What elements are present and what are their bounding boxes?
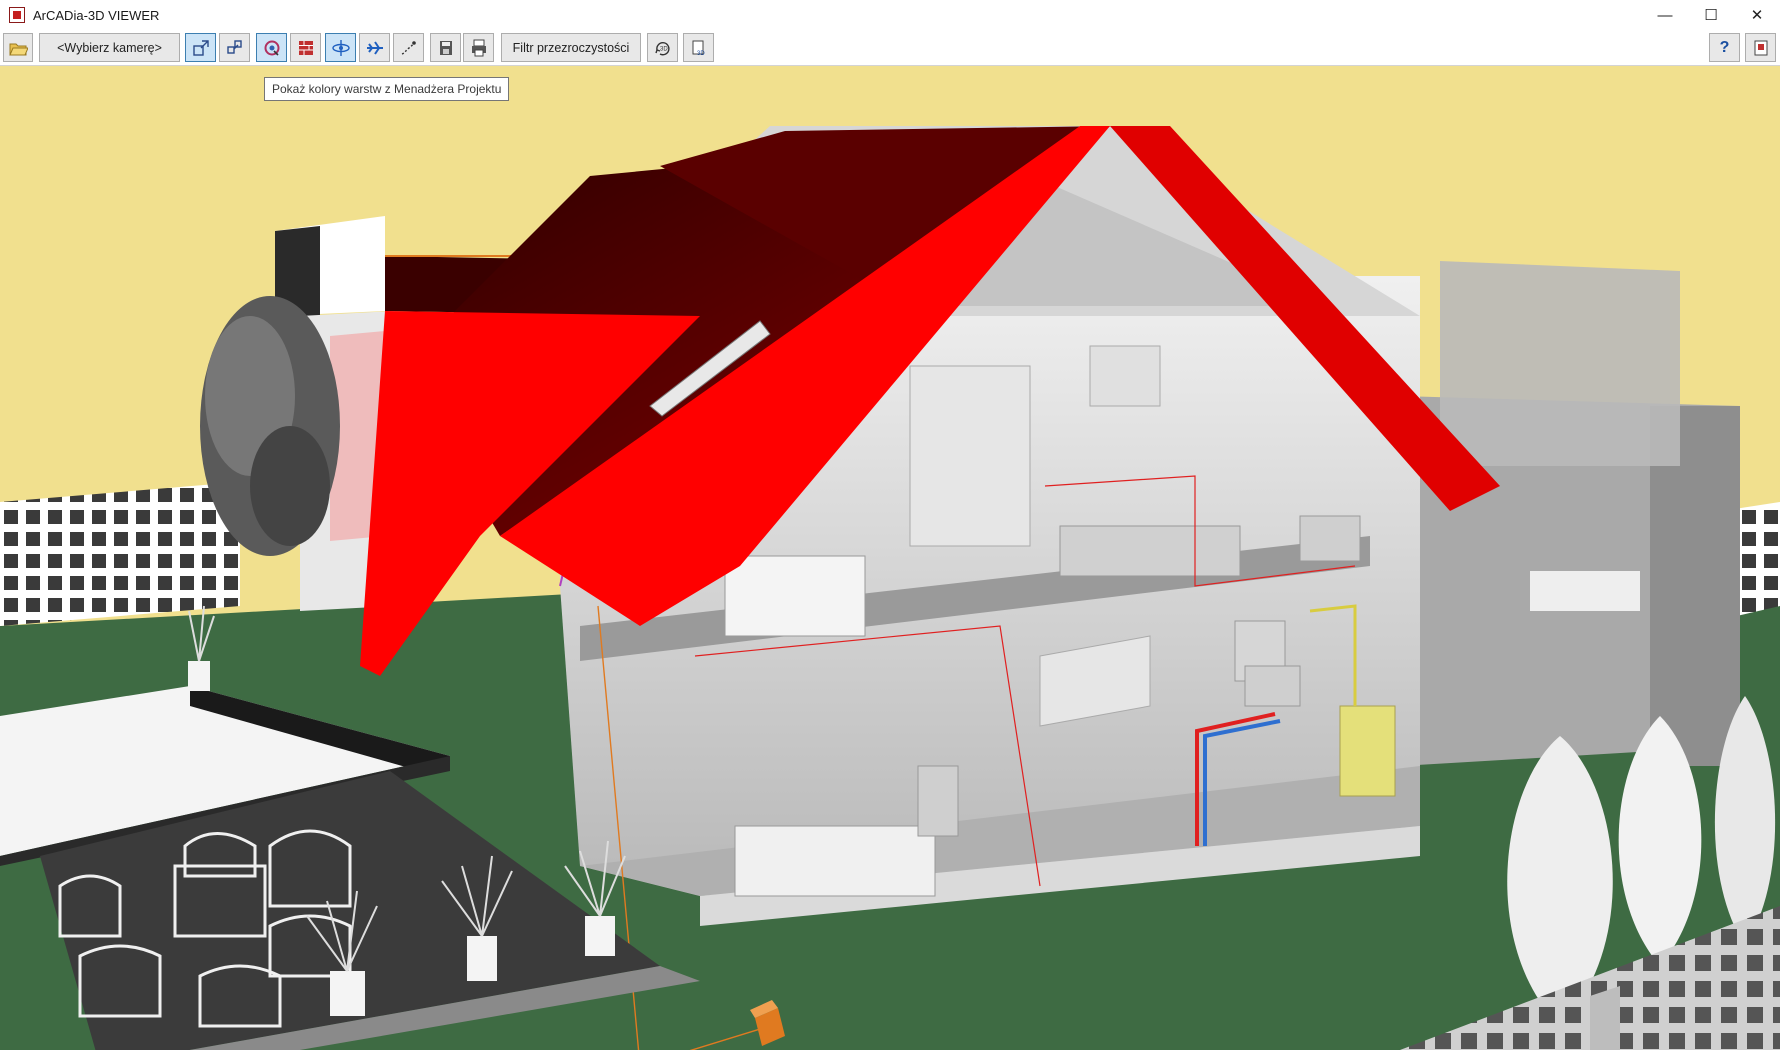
print-icon <box>471 39 486 56</box>
fly-mode-icon <box>366 40 383 55</box>
tooltip: Pokaż kolory warstw z Menadżera Projektu <box>264 77 510 101</box>
fly-mode-button[interactable] <box>359 33 390 62</box>
upper-terrace-glass <box>1440 261 1680 466</box>
annex-window <box>1530 571 1640 611</box>
svg-text:3D: 3D <box>660 46 668 52</box>
3d-export-icon: 3D <box>692 40 705 57</box>
app-logo-icon <box>9 7 25 23</box>
view-mode-1-icon <box>192 39 209 56</box>
orbit-button[interactable] <box>325 33 356 62</box>
nightstand <box>1299 515 1361 562</box>
svg-text:3D: 3D <box>697 51 705 57</box>
3d-rotate-button[interactable]: 3D <box>647 33 678 62</box>
layer-colors-button[interactable] <box>256 33 287 62</box>
walk-path-icon <box>401 40 416 55</box>
brick-wall-button[interactable] <box>290 33 321 62</box>
window-title: ArCADia-3D VIEWER <box>33 7 160 23</box>
title-bar: ArCADia-3D VIEWER — ☐ ✕ <box>0 0 1780 30</box>
help-button[interactable]: ? <box>1709 33 1740 62</box>
boiler-tank <box>1244 665 1301 707</box>
bed-upper <box>724 555 866 637</box>
app-window: ArCADia-3D VIEWER — ☐ ✕ <Wybierz kamerę> <box>0 0 1780 1050</box>
open-file-icon <box>9 43 28 55</box>
3d-rotate-icon: 3D <box>654 41 670 55</box>
tree-left <box>200 296 340 556</box>
fence-post <box>1590 986 1620 1050</box>
window-controls: — ☐ ✕ <box>1642 0 1780 30</box>
fence-left <box>0 482 240 626</box>
close-button[interactable]: ✕ <box>1734 0 1780 30</box>
bed-upper-2 <box>1059 525 1241 577</box>
layer-colors-icon <box>264 40 279 56</box>
main-toolbar: <Wybierz kamerę> Filtr przezroczystości … <box>0 30 1780 66</box>
3d-scene <box>0 66 1780 1050</box>
brick-wall-icon <box>298 40 313 55</box>
view-mode-2-button[interactable] <box>219 33 250 62</box>
orbit-icon <box>331 39 350 56</box>
help-icon: ? <box>1719 38 1730 56</box>
view-mode-2-icon <box>226 39 242 54</box>
save-view-button[interactable] <box>430 33 461 62</box>
maximize-button[interactable]: ☐ <box>1688 0 1734 30</box>
exit-icon <box>1754 40 1767 55</box>
boiler-yellow <box>1339 705 1396 797</box>
upper-cabinet <box>1089 345 1161 407</box>
3d-export-button[interactable]: 3D <box>683 33 714 62</box>
stove <box>917 765 959 837</box>
camera-select-button[interactable]: <Wybierz kamerę> <box>39 33 180 62</box>
wardrobe <box>909 365 1031 547</box>
3d-viewport[interactable]: Pokaż kolory warstw z Menadżera Projektu <box>0 66 1780 1050</box>
walk-path-button[interactable] <box>393 33 424 62</box>
bed-lower <box>734 825 936 897</box>
transparency-filter-button[interactable]: Filtr przezroczystości <box>501 33 641 62</box>
view-mode-1-button[interactable] <box>185 33 216 62</box>
minimize-button[interactable]: — <box>1642 0 1688 30</box>
save-view-icon <box>439 40 452 55</box>
print-button[interactable] <box>463 33 494 62</box>
open-file-button[interactable] <box>3 33 33 62</box>
exit-button[interactable] <box>1745 33 1776 62</box>
